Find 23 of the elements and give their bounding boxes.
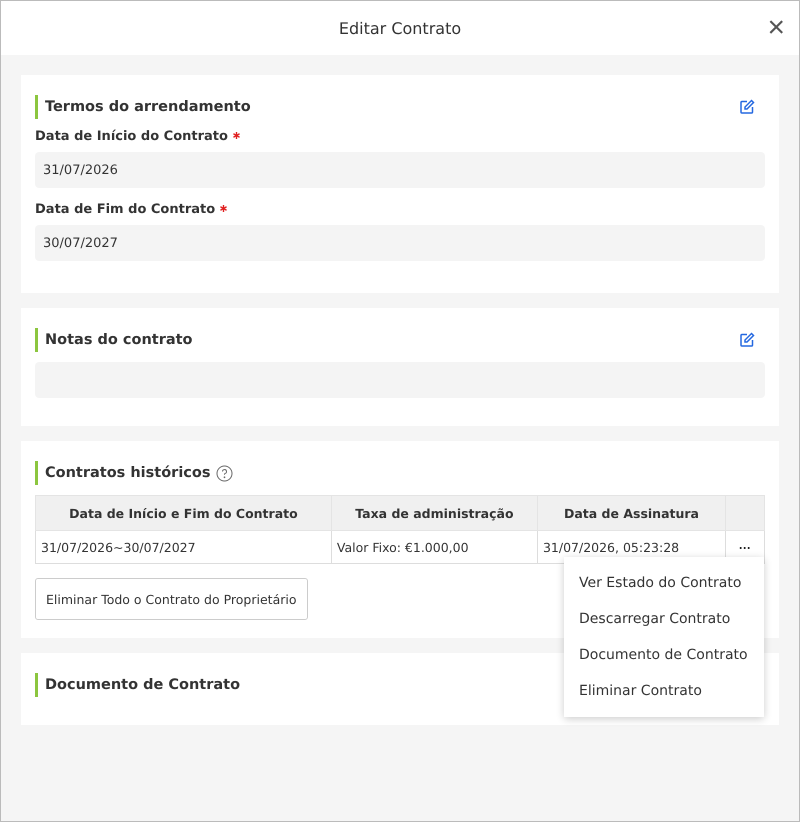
edit-icon[interactable] <box>739 99 755 115</box>
column-header: Taxa de administração <box>331 496 538 530</box>
menu-item[interactable]: Ver Estado do Contrato <box>564 565 764 601</box>
menu-item[interactable]: Eliminar Contrato <box>564 673 764 709</box>
field-label: Data de Fim do Contrato <box>35 202 216 217</box>
section-title: Notas do contrato <box>45 332 193 348</box>
dialog-title: Editar Contrato <box>338 18 462 38</box>
table-cell: Valor Fixo: €1.000,00 <box>331 530 538 564</box>
column-header: Data de Assinatura <box>537 496 726 530</box>
edit-icon[interactable] <box>739 332 755 348</box>
section-title: Contratos históricos <box>45 465 210 481</box>
menu-item[interactable]: Descarregar Contrato <box>564 601 764 637</box>
date-field[interactable]: 30/07/2027 <box>35 225 765 261</box>
close-button[interactable]: × <box>763 13 789 43</box>
column-header: Data de Início e Fim do Contrato <box>36 496 332 530</box>
menu-item[interactable]: Documento de Contrato <box>564 637 764 673</box>
field-label: Data de Início do Contrato <box>35 129 228 144</box>
table-cell: 31/07/2026~30/07/2027 <box>36 530 332 564</box>
section-title: Documento de Contrato <box>45 677 240 693</box>
delete-all-button[interactable]: Eliminar Todo o Contrato do Proprietário <box>35 578 308 620</box>
section-title: Termos do arrendamento <box>45 99 251 115</box>
help-icon[interactable] <box>216 464 232 482</box>
date-field[interactable]: 31/07/2026 <box>35 152 765 188</box>
